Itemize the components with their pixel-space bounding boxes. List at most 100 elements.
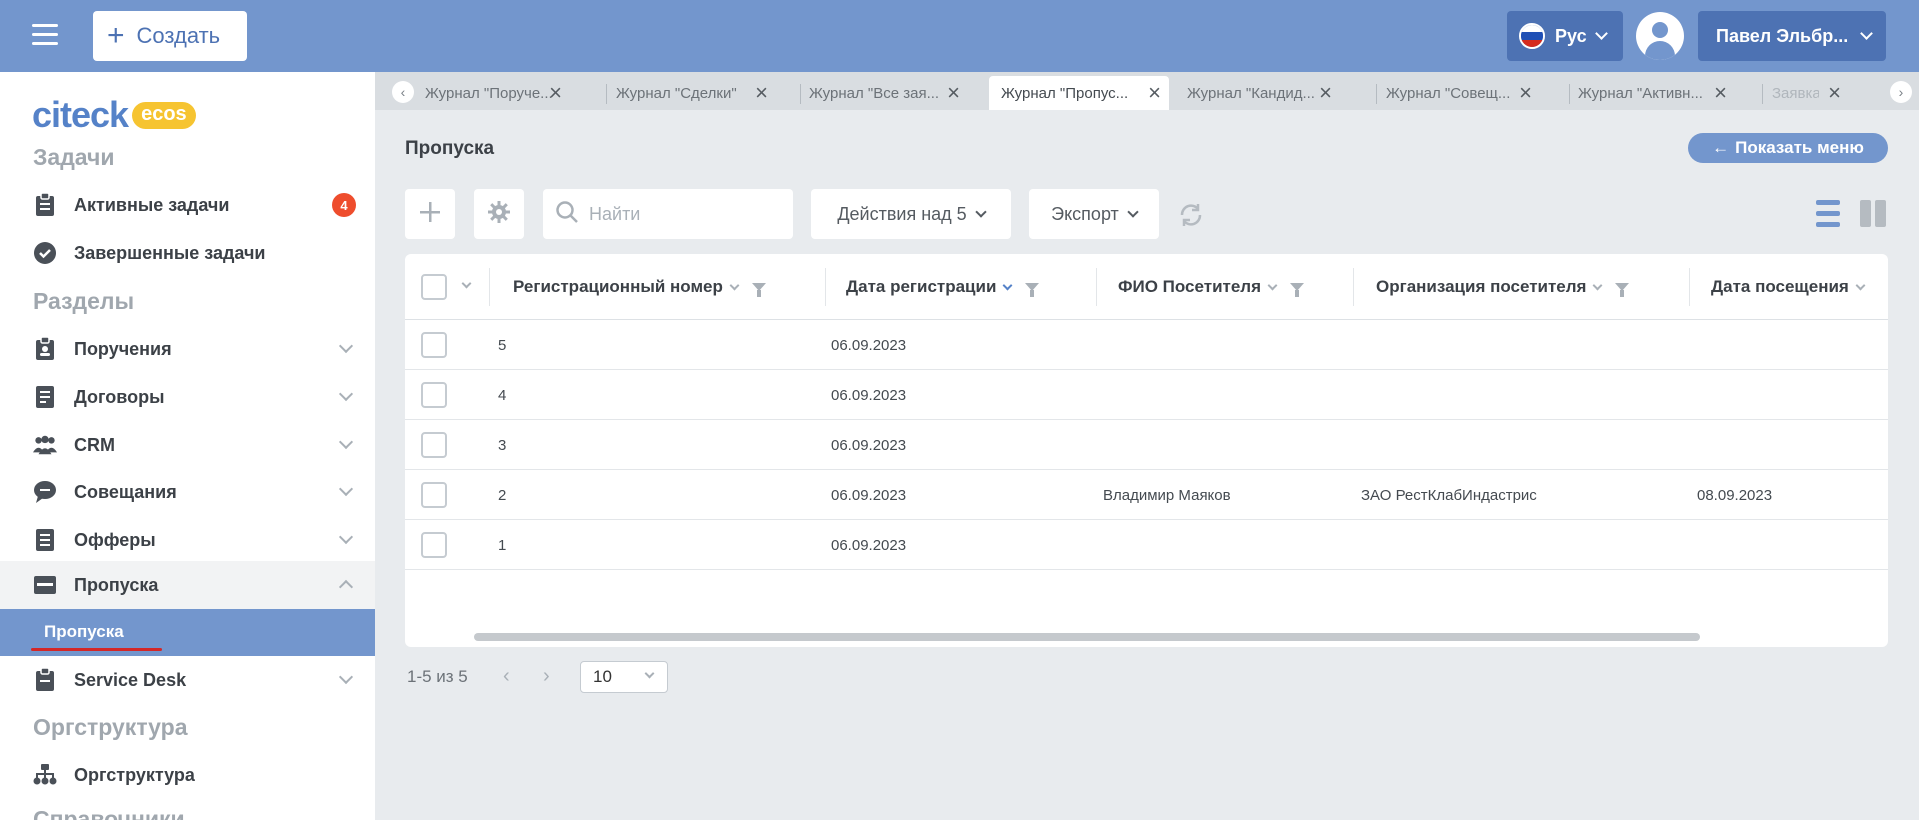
table-row[interactable]: 2 06.09.2023 Владимир Маяков ЗАО РестКла… — [405, 470, 1888, 520]
sidebar-item-label: Договоры — [74, 386, 165, 407]
chevron-down-icon — [1855, 280, 1866, 290]
search-input[interactable] — [589, 203, 779, 225]
tab-label: Журнал "Кандид... — [1187, 84, 1315, 102]
sidebar-item-completed-tasks[interactable]: Завершенные задачи — [0, 229, 375, 277]
chevron-down-icon — [1593, 280, 1603, 290]
top-header: + Создать Рус Павел Эльбр... — [0, 0, 1919, 72]
row-checkbox[interactable] — [421, 482, 447, 508]
row-checkbox[interactable] — [421, 432, 447, 458]
export-dropdown[interactable]: Экспорт — [1029, 189, 1159, 239]
user-menu-button[interactable]: Павел Эльбр... — [1698, 11, 1886, 61]
tab-separator — [1376, 84, 1377, 104]
table-row[interactable]: 3 06.09.2023 — [405, 420, 1888, 470]
sidebar-item-passes[interactable]: Пропуска — [0, 561, 375, 609]
table-row[interactable]: 1 06.09.2023 — [405, 520, 1888, 570]
preview-view-icon[interactable] — [1860, 200, 1886, 227]
filter-icon[interactable] — [1025, 283, 1040, 297]
chevron-down-icon[interactable] — [461, 278, 472, 289]
search-field[interactable] — [543, 189, 793, 239]
column-header-visitor-name[interactable]: ФИО Посетителя — [1118, 254, 1305, 320]
plus-icon: + — [107, 19, 125, 52]
chevron-down-icon — [338, 669, 354, 685]
tab-request-journal[interactable]: Заявка S × — [1769, 76, 1881, 110]
column-header-visitor-org[interactable]: Организация посетителя — [1376, 254, 1630, 320]
chevron-down-icon — [975, 206, 987, 218]
tabs-scroll-right-icon[interactable]: › — [1890, 81, 1912, 103]
sidebar-subitem-label: Пропуска — [44, 622, 124, 641]
search-icon — [555, 200, 579, 229]
close-icon[interactable]: × — [947, 82, 960, 104]
column-header-label: ФИО Посетителя — [1118, 277, 1262, 296]
close-icon[interactable]: × — [1148, 82, 1161, 104]
next-page-icon[interactable]: › — [543, 665, 550, 688]
table-row[interactable]: 5 06.09.2023 — [405, 320, 1888, 370]
close-icon[interactable]: × — [1828, 82, 1841, 104]
column-separator — [1689, 268, 1690, 306]
sidebar-item-service-desk[interactable]: Service Desk — [0, 656, 375, 704]
close-icon[interactable]: × — [1714, 82, 1727, 104]
sidebar-item-label: Пропуска — [74, 574, 159, 595]
select-all-checkbox[interactable] — [421, 274, 447, 300]
sidebar-item-offers[interactable]: Офферы — [0, 516, 375, 564]
create-button[interactable]: + Создать — [93, 11, 247, 61]
page-size-value: 10 — [593, 667, 612, 686]
close-icon[interactable]: × — [549, 82, 562, 104]
cell-reg-date: 06.09.2023 — [831, 336, 907, 354]
clipboard-user-icon — [33, 337, 57, 361]
column-separator — [489, 268, 490, 306]
tab-label: Заявка S — [1772, 84, 1819, 102]
sidebar-item-meetings[interactable]: Совещания — [0, 468, 375, 516]
page-size-select[interactable]: 10 — [580, 661, 668, 693]
show-menu-button[interactable]: ← Показать меню — [1688, 133, 1888, 163]
tab-deals-journal[interactable]: Журнал "Сделки" × — [613, 76, 776, 110]
column-header-reg-date[interactable]: Дата регистрации — [846, 254, 1040, 320]
cell-reg-date: 06.09.2023 — [831, 436, 907, 454]
filter-icon[interactable] — [1615, 283, 1630, 297]
sidebar-item-orgstructure[interactable]: Оргструктура — [0, 751, 375, 799]
column-separator — [1353, 268, 1354, 306]
tab-passes-journal[interactable]: Журнал "Пропус... × — [989, 76, 1169, 110]
language-selector[interactable]: Рус — [1507, 11, 1623, 61]
sidebar-item-assignments[interactable]: Поручения — [0, 325, 375, 373]
show-menu-label: Показать меню — [1735, 138, 1864, 157]
column-header-visit-date[interactable]: Дата посещения — [1711, 254, 1866, 320]
close-icon[interactable]: × — [1519, 82, 1532, 104]
user-avatar[interactable] — [1636, 12, 1684, 60]
tab-active-journal[interactable]: Журнал "Активн... × — [1575, 76, 1735, 110]
chevron-down-icon — [1267, 280, 1278, 290]
horizontal-scrollbar[interactable] — [474, 633, 1700, 641]
column-header-label: Организация посетителя — [1376, 277, 1587, 296]
tabs-scroll-left-icon[interactable]: ‹ — [392, 81, 414, 103]
column-header-reg-number[interactable]: Регистрационный номер — [513, 254, 766, 320]
sidebar-item-active-tasks[interactable]: Активные задачи 4 — [0, 181, 375, 229]
settings-button[interactable] — [474, 189, 524, 239]
filter-icon[interactable] — [1290, 283, 1305, 297]
id-card-icon — [33, 573, 57, 597]
citeck-ecos-logo[interactable]: citeck ecos — [32, 94, 196, 136]
sidebar-item-contracts[interactable]: Договоры — [0, 373, 375, 421]
close-icon[interactable]: × — [755, 82, 768, 104]
table-row[interactable]: 4 06.09.2023 — [405, 370, 1888, 420]
row-checkbox[interactable] — [421, 382, 447, 408]
red-underline-annotation — [31, 648, 162, 651]
row-checkbox[interactable] — [421, 332, 447, 358]
tab-candidates-journal[interactable]: Журнал "Кандид... × — [1184, 76, 1340, 110]
clipboard-icon — [33, 193, 57, 217]
filter-icon[interactable] — [751, 283, 766, 297]
tab-assignments-journal[interactable]: Журнал "Поруче... × — [422, 76, 570, 110]
list-view-icon[interactable] — [1816, 200, 1840, 227]
sidebar-item-crm[interactable]: CRM — [0, 421, 375, 469]
bulk-actions-dropdown[interactable]: Действия над 5 — [811, 189, 1011, 239]
hamburger-menu-icon[interactable] — [32, 24, 58, 46]
refresh-icon[interactable] — [1177, 201, 1205, 236]
cell-reg-number: 3 — [498, 436, 507, 454]
close-icon[interactable]: × — [1319, 82, 1332, 104]
sidebar-item-label: CRM — [74, 434, 115, 455]
tab-all-requests-journal[interactable]: Журнал "Все зая... × — [806, 76, 968, 110]
tab-meetings-journal[interactable]: Журнал "Совещ... × — [1383, 76, 1540, 110]
table-header: Регистрационный номер Дата регистрации Ф… — [405, 254, 1888, 320]
add-record-button[interactable] — [405, 189, 455, 239]
tab-label: Журнал "Поруче... — [425, 84, 553, 102]
prev-page-icon[interactable]: ‹ — [503, 665, 510, 688]
row-checkbox[interactable] — [421, 532, 447, 558]
